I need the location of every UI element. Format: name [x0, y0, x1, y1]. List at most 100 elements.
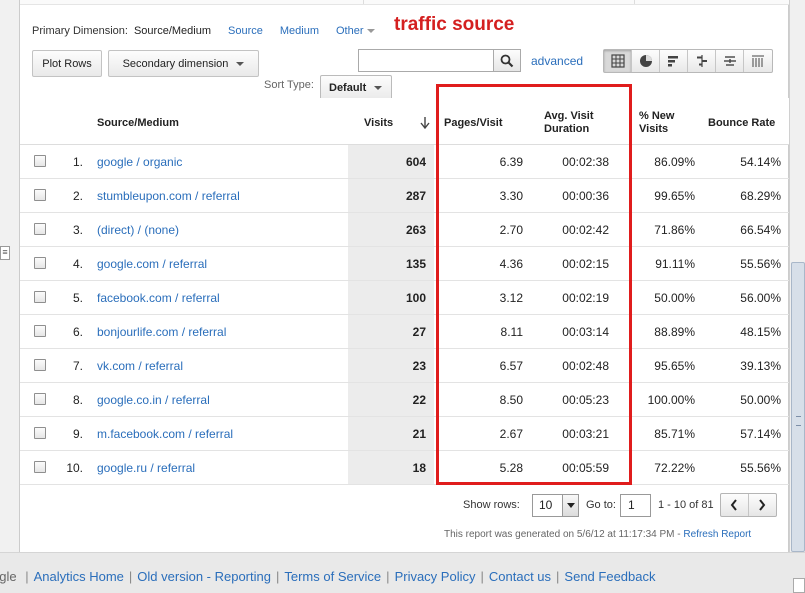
new-visits-cell: 85.71% — [654, 427, 695, 441]
column-header-source[interactable]: Source/Medium — [97, 117, 179, 130]
footer-link[interactable]: Send Feedback — [564, 569, 655, 584]
footer-link[interactable]: Privacy Policy — [395, 569, 476, 584]
scrollbar-thumb[interactable] — [791, 262, 805, 552]
row-number: 10. — [66, 461, 83, 475]
window-corner — [793, 578, 805, 593]
performance-view-icon — [668, 56, 678, 67]
refresh-report-link[interactable]: Refresh Report — [683, 529, 751, 540]
source-medium-link[interactable]: google.com / referral — [97, 257, 207, 271]
source-medium-link[interactable]: google.co.in / referral — [97, 393, 210, 407]
chevron-down-icon — [562, 495, 578, 516]
collapse-icon[interactable]: ≡ — [0, 246, 10, 260]
row-number: 1. — [72, 155, 83, 169]
row-checkbox[interactable] — [34, 393, 46, 405]
chevron-left-icon — [730, 499, 737, 511]
footer-link[interactable]: Terms of Service — [284, 569, 381, 584]
primary-dimension-source-link[interactable]: Source — [228, 25, 263, 37]
show-rows-select[interactable]: 10 — [532, 494, 579, 517]
bounce-rate-cell: 55.56% — [740, 257, 781, 271]
visits-cell: 23 — [412, 359, 426, 373]
bounce-rate-cell: 48.15% — [740, 325, 781, 339]
table-header: Source/Medium Visits Pages/Visit Avg. Vi… — [20, 98, 789, 145]
secondary-dimension-button[interactable]: Secondary dimension — [108, 50, 259, 77]
footer-separator: | — [480, 569, 484, 584]
column-header-new-visits[interactable]: % New Visits — [639, 110, 674, 136]
source-medium-link[interactable]: stumbleupon.com / referral — [97, 189, 240, 203]
row-checkbox[interactable] — [34, 325, 46, 337]
pivot-view-button[interactable] — [744, 50, 772, 72]
row-checkbox[interactable] — [34, 223, 46, 235]
footer-link[interactable]: Contact us — [489, 569, 551, 584]
sort-type-dropdown[interactable]: Default — [320, 75, 392, 100]
traffic-source-annotation: traffic source — [394, 14, 515, 35]
source-medium-link[interactable]: (direct) / (none) — [97, 223, 179, 237]
source-medium-link[interactable]: google / organic — [97, 155, 182, 169]
comparison-view-icon — [697, 55, 707, 67]
new-visits-cell: 86.09% — [654, 155, 695, 169]
search-input[interactable] — [358, 49, 494, 72]
bounce-rate-cell: 55.56% — [740, 461, 781, 475]
footer-link-bar: ogle | Analytics Home | Old version - Repor… — [0, 552, 805, 593]
source-medium-link[interactable]: google.ru / referral — [97, 461, 195, 475]
table-row: 10. google.ru / referral 18 5.28 00:05:59 72.… — [20, 451, 789, 485]
term-cloud-view-button[interactable] — [716, 50, 744, 72]
search-button[interactable] — [494, 49, 521, 72]
new-visits-line1: % New — [639, 110, 675, 122]
top-divider — [363, 0, 364, 4]
goto-page-input[interactable]: 1 — [620, 494, 651, 517]
sort-descending-icon[interactable] — [420, 117, 430, 129]
bounce-rate-cell: 39.13% — [740, 359, 781, 373]
primary-dimension-active: Source/Medium — [133, 25, 212, 37]
new-visits-cell: 99.65% — [654, 189, 695, 203]
table-row: 7. vk.com / referral 23 6.57 00:02:48 95.65% 3… — [20, 349, 789, 383]
pie-view-button[interactable] — [632, 50, 660, 72]
show-rows-label: Show rows: — [463, 499, 520, 511]
goto-label: Go to: — [586, 499, 616, 511]
source-medium-link[interactable]: facebook.com / referral — [97, 291, 220, 305]
next-page-button[interactable] — [749, 494, 776, 516]
footer-separator: | — [128, 569, 133, 584]
table-view-button[interactable] — [604, 50, 632, 72]
performance-view-button[interactable] — [660, 50, 688, 72]
visits-cell: 604 — [405, 155, 426, 169]
search-icon — [500, 54, 514, 68]
row-checkbox[interactable] — [34, 427, 46, 439]
row-number: 5. — [72, 291, 83, 305]
row-checkbox[interactable] — [34, 155, 46, 167]
visits-cell: 100 — [405, 291, 426, 305]
new-visits-cell: 100.00% — [647, 393, 695, 407]
row-number: 7. — [72, 359, 83, 373]
row-number: 9. — [72, 427, 83, 441]
row-number: 8. — [72, 393, 83, 407]
pivot-view-icon — [752, 55, 764, 67]
new-visits-cell: 95.65% — [654, 359, 695, 373]
footer-link[interactable]: Analytics Home — [34, 569, 124, 584]
column-header-bounce-rate[interactable]: Bounce Rate — [708, 117, 775, 130]
source-medium-link[interactable]: m.facebook.com / referral — [97, 427, 233, 441]
row-checkbox[interactable] — [34, 291, 46, 303]
row-checkbox[interactable] — [34, 461, 46, 473]
sort-type-label: Sort Type: — [264, 79, 314, 91]
previous-page-button[interactable] — [721, 494, 749, 516]
table-row: 2. stumbleupon.com / referral 287 3.30 00:00… — [20, 179, 789, 213]
footer-link[interactable]: Old version - Reporting — [137, 569, 271, 584]
vertical-scrollbar[interactable] — [789, 0, 805, 552]
table-view-icon — [611, 54, 625, 68]
bounce-rate-cell: 66.54% — [740, 223, 781, 237]
visits-cell: 287 — [405, 189, 426, 203]
primary-dimension-other-dropdown[interactable]: Other — [336, 25, 375, 37]
report-generated-note: This report was generated on 5/6/12 at 1… — [444, 529, 751, 540]
source-medium-link[interactable]: vk.com / referral — [97, 359, 183, 373]
comparison-view-button[interactable] — [688, 50, 716, 72]
pie-view-icon — [640, 55, 652, 67]
footer-separator: | — [275, 569, 280, 584]
row-number: 4. — [72, 257, 83, 271]
row-checkbox[interactable] — [34, 189, 46, 201]
advanced-filter-link[interactable]: advanced — [531, 54, 583, 68]
primary-dimension-medium-link[interactable]: Medium — [280, 25, 319, 37]
column-header-visits[interactable]: Visits — [364, 117, 393, 130]
row-checkbox[interactable] — [34, 359, 46, 371]
row-checkbox[interactable] — [34, 257, 46, 269]
source-medium-link[interactable]: bonjourlife.com / referral — [97, 325, 226, 339]
plot-rows-button[interactable]: Plot Rows — [32, 50, 102, 77]
